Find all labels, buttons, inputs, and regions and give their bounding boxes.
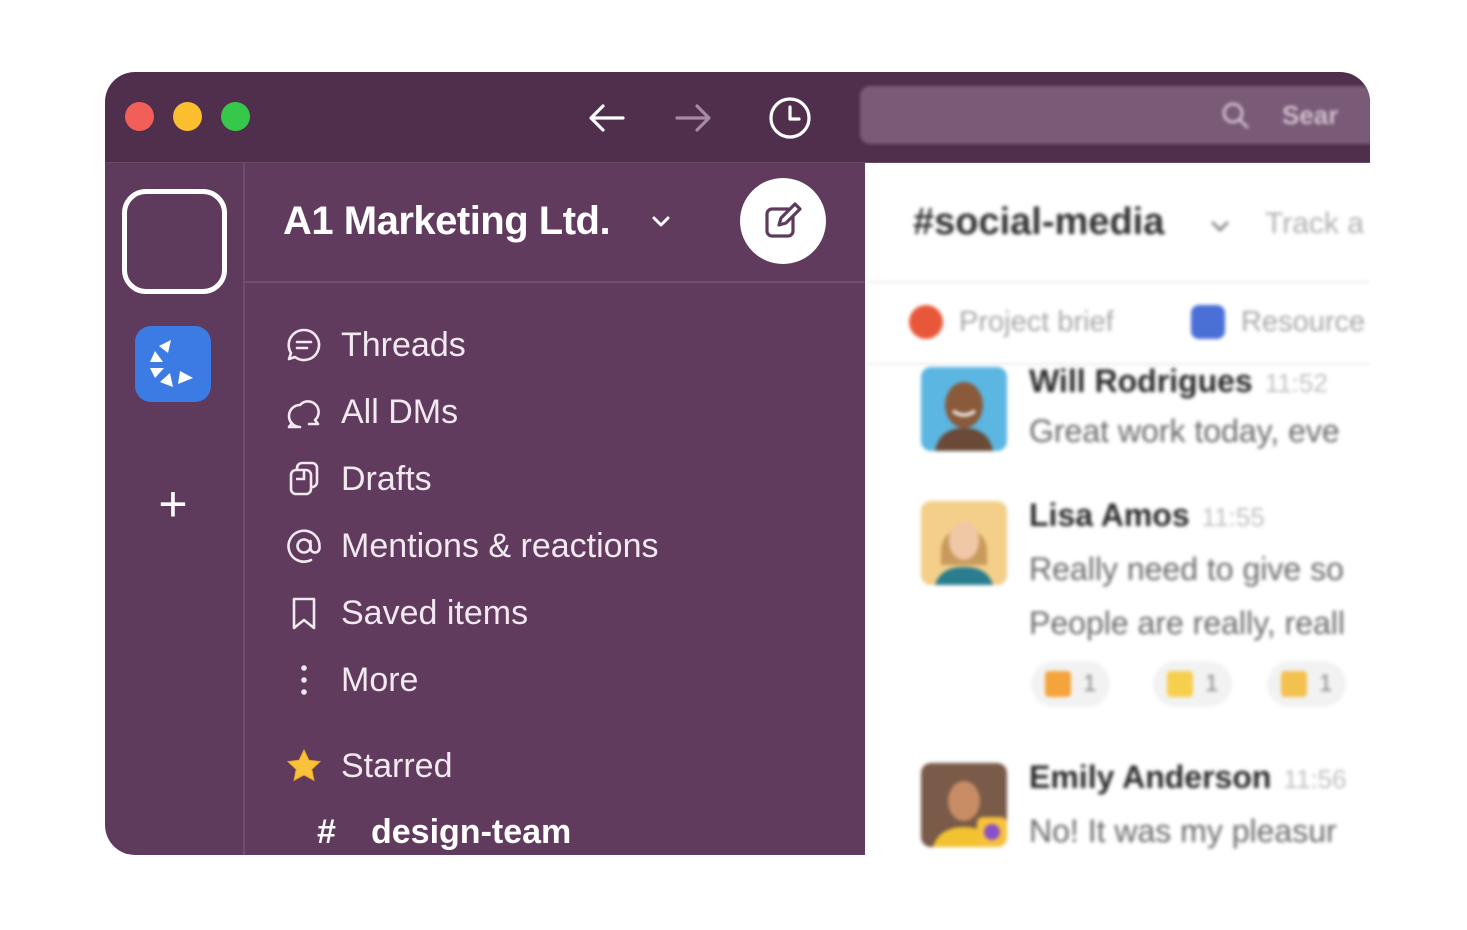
close-window-button[interactable] [125,102,154,131]
dms-icon [283,391,325,433]
maximize-window-button[interactable] [221,102,250,131]
reaction-count: 1 [1319,670,1333,697]
bookmarks-bar: Project brief Resource [865,281,1370,365]
arrow-left-icon [589,104,625,132]
channel-title[interactable]: #social-media [913,201,1164,244]
mention-icon [283,525,325,567]
arrow-right-icon [675,104,711,132]
message-author[interactable]: Lisa Amos 11:55 [1029,497,1265,534]
message-text: Great work today, eve [1029,413,1340,449]
clock-icon [769,97,811,139]
avatar[interactable] [921,763,1007,847]
workspace-current[interactable] [122,189,227,294]
bookmark-label: Project brief [959,305,1114,338]
reaction-count: 1 [1205,670,1219,697]
hash-icon: # [317,813,336,851]
section-starred[interactable]: Starred [283,738,453,794]
workspace-rail: + [105,163,245,855]
minimize-window-button[interactable] [173,102,202,131]
bookmark-icon [283,592,325,634]
reaction-count: 1 [1083,670,1097,697]
reaction-pill[interactable]: 1 [1153,661,1233,707]
search-icon [1222,102,1249,129]
sidebar-item-label: Drafts [341,459,432,498]
message-time: 11:52 [1264,368,1328,398]
channel-name: design-team [371,813,572,851]
forward-button[interactable] [671,96,715,140]
search-input[interactable]: Sear [860,86,1370,144]
sparkles-icon [1167,671,1193,697]
star-icon [283,745,325,787]
reaction-pill[interactable]: 1 [1267,661,1347,707]
message-text: No! It was my pleasur [1029,813,1337,849]
author-name: Emily Anderson [1029,759,1272,795]
reaction-pill[interactable]: 1 [1031,661,1111,707]
sidebar-item-mentions[interactable]: Mentions & reactions [283,518,659,574]
channel-sidebar: A1 Marketing Ltd. Threads All DMs Drafts… [245,163,865,855]
workspace-header: A1 Marketing Ltd. [245,163,865,283]
avatar[interactable] [921,501,1007,585]
sidebar-item-label: All DMs [341,392,459,431]
back-button[interactable] [585,96,629,140]
bookmark-label: Resource [1241,305,1366,338]
sidebar-item-saved[interactable]: Saved items [283,585,528,641]
bookmark-resource[interactable]: Resource [1191,305,1365,339]
doc-icon [909,305,943,339]
sidebar-item-label: Threads [341,325,466,364]
sidebar-item-threads[interactable]: Threads [283,317,466,373]
author-name: Will Rodrigues [1029,363,1253,399]
title-bar: Sear [105,72,1370,163]
search-placeholder: Sear [1282,100,1339,130]
more-vertical-icon [283,659,325,701]
chevron-down-icon[interactable] [649,209,673,233]
message-text: Really need to give so [1029,551,1344,587]
sidebar-item-more[interactable]: More [283,652,418,708]
sidebar-item-label: More [341,660,419,699]
message-pane: #social-media Track a Project brief Reso… [865,163,1370,855]
sidebar-item-label: Mentions & reactions [341,526,659,565]
author-name: Lisa Amos [1029,497,1190,533]
section-label: Starred [341,746,453,785]
app-window: Sear + A1 Marketing Ltd. Threads All DMs… [105,72,1370,855]
croissant-logo-icon [150,340,193,387]
folder-icon [1191,305,1225,339]
workspace-name[interactable]: A1 Marketing Ltd. [283,199,611,244]
compose-icon [765,202,802,238]
message-text: People are really, reall [1029,605,1346,641]
channel-topic: Track a [1265,207,1364,240]
chevron-down-icon[interactable] [1209,215,1231,237]
workspace-switcher-item[interactable] [135,326,211,402]
channel-item-design-team[interactable]: # design-team [317,813,571,852]
message-time: 11:55 [1201,502,1265,532]
message-time: 11:56 [1283,764,1347,794]
sidebar-item-label: Saved items [341,593,529,632]
history-button[interactable] [768,96,812,140]
message-author[interactable]: Emily Anderson 11:56 [1029,759,1347,796]
message-author[interactable]: Will Rodrigues 11:52 [1029,363,1328,400]
bookmark-project-brief[interactable]: Project brief [909,305,1114,339]
party-popper-icon [1045,671,1071,697]
sidebar-item-drafts[interactable]: Drafts [283,451,432,507]
clapping-hands-icon [1281,671,1307,697]
compose-button[interactable] [740,178,826,264]
add-workspace-button[interactable]: + [145,476,201,532]
avatar[interactable] [921,367,1007,451]
threads-icon [283,324,325,366]
channel-header: #social-media Track a [865,163,1370,283]
drafts-icon [283,458,325,500]
sidebar-item-all-dms[interactable]: All DMs [283,384,458,440]
